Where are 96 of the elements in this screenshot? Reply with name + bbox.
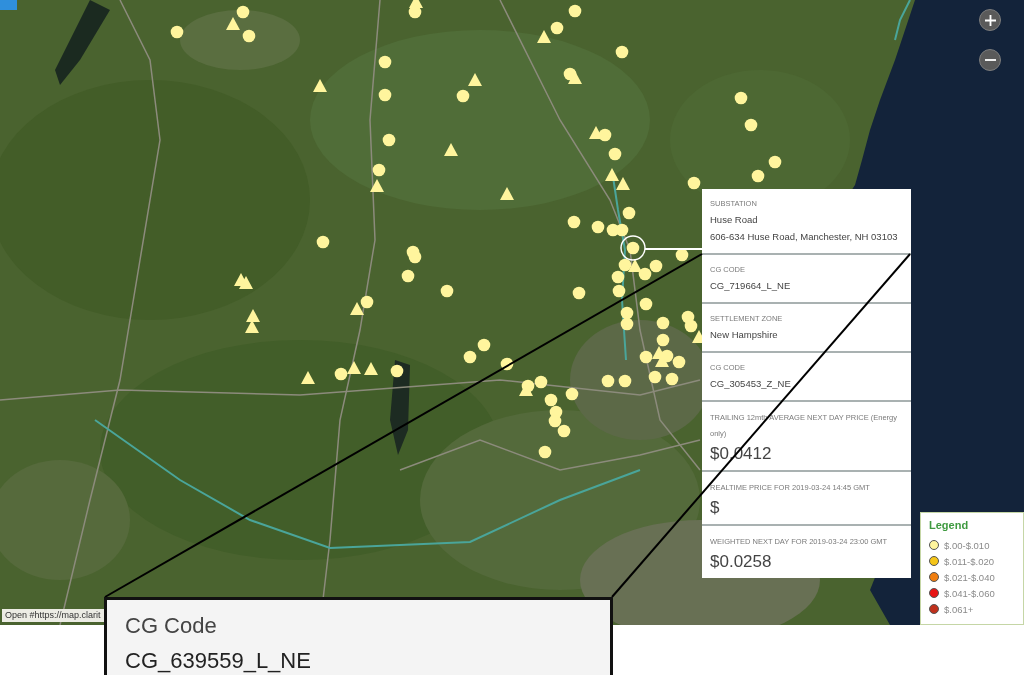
circle-marker-icon[interactable] [500, 357, 514, 371]
circle-marker-icon[interactable] [463, 350, 477, 364]
circle-marker-icon[interactable] [626, 241, 640, 255]
triangle-marker-icon[interactable] [350, 302, 364, 315]
triangle-marker-icon[interactable] [616, 177, 630, 190]
circle-marker-icon[interactable] [565, 387, 579, 401]
circle-marker-icon[interactable] [734, 91, 748, 105]
callout-value: CG_639559_L_NE [125, 648, 312, 674]
circle-marker-icon[interactable] [665, 372, 679, 386]
triangle-marker-icon[interactable] [313, 79, 327, 92]
callout-label: CG Code [125, 612, 218, 640]
circle-marker-icon[interactable] [622, 206, 636, 220]
circle-marker-icon[interactable] [316, 235, 330, 249]
circle-marker-icon[interactable] [687, 176, 701, 190]
circle-marker-icon[interactable] [601, 374, 615, 388]
circle-marker-icon[interactable] [538, 445, 552, 459]
circle-marker-icon[interactable] [620, 306, 634, 320]
circle-marker-icon[interactable] [751, 169, 765, 183]
circle-marker-icon[interactable] [649, 259, 663, 273]
attribution-link[interactable]: Open #https://map.clarit [2, 609, 104, 622]
circle-marker-icon[interactable] [618, 374, 632, 388]
circle-marker-icon[interactable] [372, 163, 386, 177]
field-value: Huse Road [710, 213, 759, 227]
triangle-marker-icon[interactable] [409, 0, 423, 8]
circle-marker-icon[interactable] [572, 286, 586, 300]
circle-marker-icon[interactable] [615, 45, 629, 59]
circle-marker-icon[interactable] [334, 367, 348, 381]
circle-marker-icon[interactable] [568, 4, 582, 18]
circle-marker-icon[interactable] [612, 284, 626, 298]
circle-marker-icon[interactable] [544, 393, 558, 407]
circle-marker-icon[interactable] [378, 88, 392, 102]
triangle-marker-icon[interactable] [246, 309, 260, 322]
circle-marker-icon[interactable] [620, 317, 634, 331]
circle-marker-icon[interactable] [170, 25, 184, 39]
circle-marker-icon[interactable] [639, 297, 653, 311]
field-value: CG_305453_Z_NE [710, 377, 792, 391]
circle-marker-icon[interactable] [672, 355, 686, 369]
plus-icon [984, 14, 996, 26]
circle-marker-icon[interactable] [768, 155, 782, 169]
legend-label: $.00-$.010 [944, 539, 990, 551]
circle-marker-icon[interactable] [382, 133, 396, 147]
legend-label: $.061+ [944, 603, 974, 615]
field-value: 606-634 Huse Road, Manchester, NH 03103 [710, 230, 899, 244]
triangle-marker-icon[interactable] [444, 143, 458, 156]
circle-marker-icon[interactable] [534, 375, 548, 389]
circle-marker-icon[interactable] [567, 215, 581, 229]
legend-label: $.011-$.020 [944, 555, 994, 567]
selection-ring-icon [620, 235, 646, 261]
circle-marker-icon[interactable] [608, 147, 622, 161]
circle-marker-icon[interactable] [390, 364, 404, 378]
circle-marker-icon[interactable] [401, 269, 415, 283]
triangle-marker-icon[interactable] [239, 276, 253, 289]
triangle-marker-icon[interactable] [245, 320, 259, 333]
legend-label: $.021-$.040 [944, 571, 995, 583]
price-value: $0.0258 [710, 551, 773, 573]
circle-marker-icon[interactable] [548, 414, 562, 428]
triangle-marker-icon[interactable] [605, 168, 619, 181]
circle-marker-icon[interactable] [618, 258, 632, 272]
triangle-marker-icon[interactable] [468, 73, 482, 86]
circle-marker-icon[interactable] [456, 89, 470, 103]
triangle-marker-icon[interactable] [226, 17, 240, 30]
circle-marker-icon[interactable] [656, 316, 670, 330]
price-value: $ [710, 497, 721, 519]
field-value: CG_719664_L_NE [710, 279, 792, 293]
minus-icon [984, 59, 996, 61]
triangle-marker-icon[interactable] [568, 71, 582, 84]
circle-marker-icon[interactable] [360, 295, 374, 309]
triangle-marker-icon[interactable] [500, 187, 514, 200]
circle-marker-icon[interactable] [591, 220, 605, 234]
circle-marker-icon[interactable] [656, 333, 670, 347]
circle-marker-icon[interactable] [611, 270, 625, 284]
circle-marker-icon[interactable] [557, 424, 571, 438]
legend-title: Legend [929, 519, 970, 532]
circle-marker-icon[interactable] [378, 55, 392, 69]
circle-marker-icon[interactable] [744, 118, 758, 132]
circle-marker-icon[interactable] [648, 370, 662, 384]
circle-marker-icon[interactable] [615, 223, 629, 237]
triangle-marker-icon[interactable] [628, 259, 642, 272]
circle-marker-icon[interactable] [236, 5, 250, 19]
triangle-marker-icon[interactable] [301, 371, 315, 384]
circle-marker-icon[interactable] [684, 319, 698, 333]
triangle-marker-icon[interactable] [364, 362, 378, 375]
circle-marker-icon[interactable] [408, 250, 422, 264]
field-value: New Hampshire [710, 328, 779, 342]
circle-marker-icon[interactable] [639, 350, 653, 364]
circle-marker-icon[interactable] [675, 248, 689, 262]
legend-label: $.041-$.060 [944, 587, 995, 599]
circle-marker-icon[interactable] [242, 29, 256, 43]
circle-marker-icon[interactable] [440, 284, 454, 298]
circle-marker-icon[interactable] [638, 267, 652, 281]
circle-marker-icon[interactable] [598, 128, 612, 142]
triangle-marker-icon[interactable] [370, 179, 384, 192]
triangle-marker-icon[interactable] [347, 361, 361, 374]
circle-marker-icon[interactable] [550, 21, 564, 35]
triangle-marker-icon[interactable] [537, 30, 551, 43]
circle-marker-icon[interactable] [477, 338, 491, 352]
